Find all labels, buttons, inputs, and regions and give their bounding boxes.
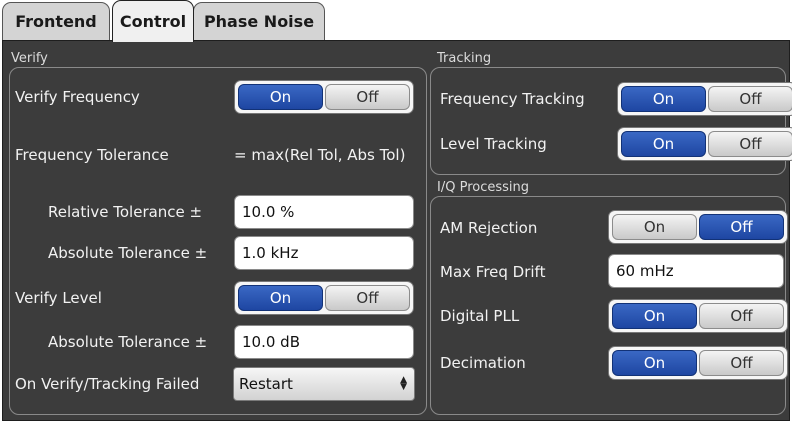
digital-pll-label: Digital PLL	[440, 307, 520, 325]
max-freq-drift-input[interactable]: 60 mHz	[608, 254, 784, 288]
verify-level-toggle[interactable]: On Off	[234, 281, 414, 315]
level-tracking-on-button[interactable]: On	[621, 131, 706, 157]
absolute-tolerance-level-label: Absolute Tolerance ±	[48, 333, 208, 351]
level-tracking-off-button[interactable]: Off	[708, 131, 792, 157]
absolute-tolerance-level-value: 10.0 dB	[242, 333, 300, 351]
frequency-tracking-off-button[interactable]: Off	[708, 86, 792, 112]
decimation-off-button[interactable]: Off	[699, 350, 784, 376]
decimation-toggle[interactable]: On Off	[608, 346, 788, 380]
absolute-tolerance-frequency-value: 1.0 kHz	[242, 244, 299, 262]
verify-frequency-off-button[interactable]: Off	[325, 84, 410, 110]
level-tracking-label: Level Tracking	[440, 135, 547, 153]
verify-frequency-on-button[interactable]: On	[238, 84, 323, 110]
level-tracking-toggle[interactable]: On Off	[617, 127, 792, 161]
tab-phase-noise[interactable]: Phase Noise	[193, 2, 325, 40]
frequency-tracking-label: Frequency Tracking	[440, 90, 585, 108]
tab-phase-noise-label: Phase Noise	[203, 12, 315, 31]
max-freq-drift-value: 60 mHz	[616, 262, 674, 280]
frequency-tracking-toggle[interactable]: On Off	[617, 82, 792, 116]
verify-group-title: Verify	[11, 51, 48, 66]
am-rejection-label: AM Rejection	[440, 219, 538, 237]
on-failed-select[interactable]: Restart ▲ ▼	[233, 367, 415, 401]
absolute-tolerance-frequency-input[interactable]: 1.0 kHz	[234, 236, 414, 270]
frequency-tolerance-label: Frequency Tolerance	[15, 146, 169, 164]
decimation-on-button[interactable]: On	[612, 350, 697, 376]
verify-level-on-button[interactable]: On	[238, 285, 323, 311]
digital-pll-toggle[interactable]: On Off	[608, 299, 788, 333]
digital-pll-on-button[interactable]: On	[612, 303, 697, 329]
am-rejection-off-button[interactable]: Off	[699, 214, 784, 240]
verify-frequency-label: Verify Frequency	[15, 88, 140, 106]
frequency-tolerance-value: = max(Rel Tol, Abs Tol)	[234, 146, 406, 164]
on-failed-value: Restart	[239, 375, 293, 393]
tab-frontend-label: Frontend	[15, 12, 97, 31]
verify-frequency-toggle[interactable]: On Off	[234, 80, 414, 114]
relative-tolerance-input[interactable]: 10.0 %	[234, 195, 414, 229]
absolute-tolerance-level-input[interactable]: 10.0 dB	[234, 325, 414, 359]
relative-tolerance-label: Relative Tolerance ±	[48, 203, 203, 221]
verify-level-label: Verify Level	[15, 289, 102, 307]
am-rejection-on-button[interactable]: On	[612, 214, 697, 240]
tracking-group-title: Tracking	[437, 51, 492, 66]
tab-control[interactable]: Control	[112, 0, 194, 42]
digital-pll-off-button[interactable]: Off	[699, 303, 784, 329]
absolute-tolerance-frequency-label: Absolute Tolerance ±	[48, 244, 208, 262]
tab-control-label: Control	[119, 12, 187, 31]
max-freq-drift-label: Max Freq Drift	[440, 263, 546, 281]
verify-level-off-button[interactable]: Off	[325, 285, 410, 311]
on-failed-label: On Verify/Tracking Failed	[15, 375, 200, 393]
am-rejection-toggle[interactable]: On Off	[608, 210, 788, 244]
tab-frontend[interactable]: Frontend	[2, 2, 110, 40]
decimation-label: Decimation	[440, 354, 526, 372]
frequency-tracking-on-button[interactable]: On	[621, 86, 706, 112]
control-dialog-panel: Verify Verify Frequency On Off Frequency…	[2, 40, 792, 421]
select-updown-arrow-icon: ▲ ▼	[400, 375, 407, 392]
relative-tolerance-value: 10.0 %	[242, 203, 295, 221]
iq-processing-group-title: I/Q Processing	[437, 180, 529, 195]
